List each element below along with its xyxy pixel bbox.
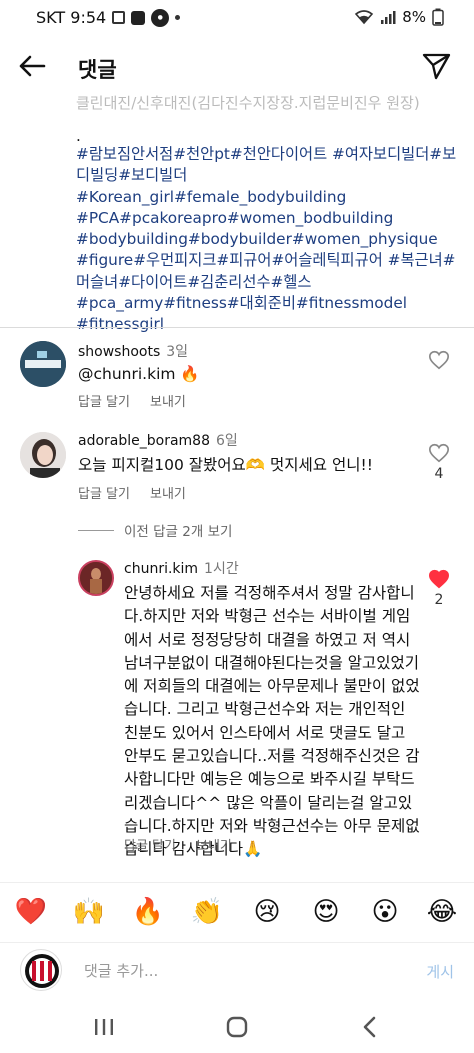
avatar[interactable]	[20, 432, 66, 478]
heart-filled-icon[interactable]	[428, 568, 450, 590]
reply-username[interactable]: chunri.kim 1시간	[124, 558, 239, 578]
like-count: 2	[434, 592, 444, 608]
emoji-quick-bar: ❤️ 🙌 🔥 👏 😢 😍 😮 😂	[0, 882, 474, 942]
username-text[interactable]: adorable_boram88	[78, 433, 210, 449]
comment-username[interactable]: showshoots 3일	[78, 341, 188, 361]
comment-text: @chunri.kim 🔥	[78, 365, 200, 383]
heart-emoji-icon[interactable]: ❤️	[14, 895, 48, 929]
status-left: SKT 9:54 ●	[36, 8, 181, 27]
send-button[interactable]: 보내기	[196, 839, 232, 854]
reply-time: 1시간	[204, 561, 239, 577]
like-count: 4	[434, 466, 444, 482]
surprised-emoji-icon[interactable]: 😮	[368, 895, 402, 929]
reply-button[interactable]: 답글 달기	[78, 395, 130, 410]
gallery-notification-icon	[112, 11, 126, 24]
caption-body: . #람보짐안서점#천안pt#천안다이어트 #여자보디빌더#보디빌딩#보디빌더 …	[76, 128, 462, 336]
view-previous-replies[interactable]: 이전 답글 2개 보기	[78, 520, 232, 540]
heart-icon[interactable]	[428, 442, 450, 464]
avatar[interactable]	[78, 560, 114, 596]
comment-time: 6일	[216, 433, 238, 449]
caption-divider	[0, 327, 474, 328]
battery-percent: 8%	[402, 8, 426, 26]
caption-hashtags[interactable]: #람보짐안서점#천안pt#천안다이어트 #여자보디빌더#보디빌딩#보디빌더 #K…	[76, 144, 462, 336]
fire-emoji-icon[interactable]: 🔥	[131, 895, 165, 929]
showshoots-logo-icon	[20, 341, 66, 387]
comment-actions: 답글 달기 보내기	[78, 391, 206, 410]
username-text[interactable]: chunri.kim	[124, 561, 198, 577]
status-bar: SKT 9:54 ● 8%	[0, 0, 474, 36]
comment-username[interactable]: adorable_boram88 6일	[78, 430, 238, 450]
signal-icon	[381, 11, 396, 24]
battery-icon	[432, 8, 444, 26]
back-arrow-icon[interactable]	[16, 50, 48, 82]
header-bar: 댓글	[0, 36, 474, 96]
my-avatar	[20, 949, 62, 991]
back-nav-icon[interactable]	[356, 1014, 384, 1040]
more-notifications-icon	[175, 15, 181, 20]
clapping-emoji-icon[interactable]: 👏	[190, 895, 224, 929]
laughing-emoji-icon[interactable]: 😂	[425, 895, 459, 929]
reply-text: 안녕하세요 저를 걱정해주셔서 정말 감사합니다.하지만 저와 박형근 선수는 …	[124, 584, 420, 859]
username-text[interactable]: showshoots	[78, 344, 160, 360]
raising-hands-emoji-icon[interactable]: 🙌	[72, 895, 106, 929]
wifi-icon	[355, 10, 374, 25]
comment-input-row: 댓글 추가... 게시	[0, 942, 474, 1000]
send-button[interactable]: 보내기	[150, 395, 186, 410]
status-right: 8%	[354, 8, 444, 26]
recent-apps-icon[interactable]	[90, 1014, 118, 1040]
app-notification-icon	[131, 10, 146, 25]
comment-input[interactable]: 댓글 추가...	[84, 960, 158, 981]
crying-emoji-icon[interactable]: 😢	[250, 895, 284, 929]
reply-button[interactable]: 답글 달기	[124, 839, 176, 854]
comment-time: 3일	[166, 344, 189, 360]
heart-icon[interactable]	[428, 349, 450, 371]
heart-eyes-emoji-icon[interactable]: 😍	[309, 895, 343, 929]
page-title: 댓글	[78, 58, 117, 82]
send-button[interactable]: 보내기	[150, 487, 186, 502]
profile-photo-icon	[80, 562, 112, 594]
app-badge-icon: ●	[151, 8, 170, 27]
caption-cut-line: 클린대진/신후대진(김다진수지장장.지럽문비진우 원장)	[76, 94, 420, 112]
comment-text: 오늘 피지컬100 잘봤어요🫶 멋지세요 언니!!	[78, 456, 373, 474]
system-nav-bar	[0, 1000, 474, 1053]
club-crest-icon	[25, 954, 59, 988]
view-replies-label[interactable]: 이전 답글 2개 보기	[124, 520, 232, 540]
carrier-time: SKT 9:54	[36, 8, 107, 27]
caption-dot: .	[76, 127, 81, 145]
share-send-icon[interactable]	[420, 50, 452, 82]
home-icon[interactable]	[223, 1014, 251, 1040]
replies-line	[78, 529, 114, 531]
post-button[interactable]: 게시	[426, 961, 454, 982]
reply-actions: 답글 달기 보내기	[124, 835, 252, 854]
reply-button[interactable]: 답글 달기	[78, 487, 130, 502]
comment-actions: 답글 달기 보내기	[78, 483, 206, 502]
avatar[interactable]	[20, 341, 66, 387]
profile-photo-icon	[20, 432, 66, 478]
